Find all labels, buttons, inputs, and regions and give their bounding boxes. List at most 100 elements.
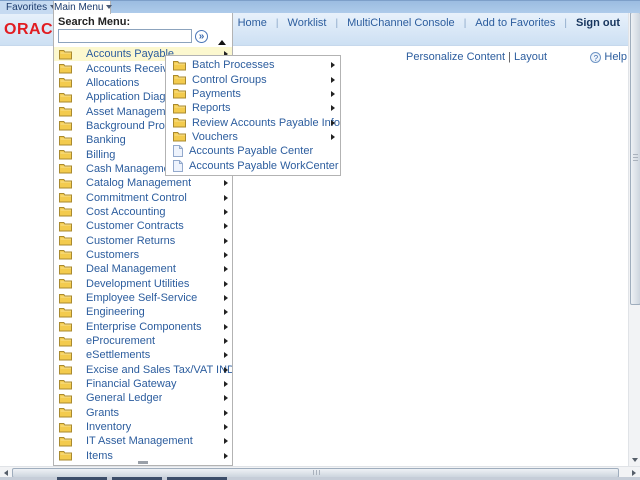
folder-icon — [59, 235, 72, 246]
personalize-content-link[interactable]: Personalize Content — [406, 51, 505, 63]
submenu-item[interactable]: Accounts Payable Center — [166, 144, 340, 158]
submenu-item-label: Reports — [192, 102, 231, 114]
menu-item-label: Development Utilities — [86, 278, 189, 290]
search-submit-button[interactable]: » — [195, 30, 208, 43]
submenu-arrow-icon — [224, 453, 228, 459]
folder-icon — [59, 192, 72, 203]
folder-icon — [173, 74, 186, 85]
folder-icon — [59, 149, 72, 160]
submenu-item-label: Batch Processes — [192, 59, 275, 71]
menu-item[interactable]: Enterprise Components — [54, 320, 232, 334]
nav-link[interactable]: Worklist — [288, 17, 327, 29]
submenu-item[interactable]: Batch Processes — [166, 58, 340, 72]
menu-item[interactable]: Catalog Management — [54, 176, 232, 190]
search-input[interactable] — [58, 29, 192, 43]
folder-icon — [59, 120, 72, 131]
scrollbar-grip — [313, 470, 321, 475]
vertical-scrollbar[interactable] — [628, 0, 640, 466]
menu-item[interactable]: Development Utilities — [54, 277, 232, 291]
submenu-arrow-icon — [224, 281, 228, 287]
menu-item[interactable]: Customer Returns — [54, 233, 232, 247]
submenu-arrow-icon — [224, 367, 228, 373]
submenu-arrow-icon — [224, 338, 228, 344]
submenu-arrow-icon — [224, 381, 228, 387]
help-label: Help — [604, 51, 627, 63]
submenu-item-label: Accounts Payable WorkCenter — [189, 160, 339, 172]
submenu-arrow-icon — [224, 410, 228, 416]
menu-item-label: Items — [86, 450, 113, 462]
nav-link[interactable]: Home — [238, 17, 267, 29]
menu-item-label: Inventory — [86, 421, 131, 433]
submenu-item-label: Vouchers — [192, 131, 238, 143]
submenu-arrow-icon — [224, 252, 228, 258]
menu-item[interactable]: Commitment Control — [54, 190, 232, 204]
folder-icon — [59, 106, 72, 117]
menu-item-label: General Ledger — [86, 392, 162, 404]
menu-item-label: Commitment Control — [86, 192, 187, 204]
submenu-item[interactable]: Payments — [166, 87, 340, 101]
submenu-item[interactable]: Control Groups — [166, 72, 340, 86]
menu-item[interactable]: Grants — [54, 406, 232, 420]
menu-item[interactable]: Excise and Sales Tax/VAT IND — [54, 363, 232, 377]
nav-link[interactable]: MultiChannel Console — [347, 17, 455, 29]
menu-item[interactable]: IT Asset Management — [54, 434, 232, 448]
submenu-item[interactable]: Review Accounts Payable Info — [166, 115, 340, 129]
submenu-arrow-icon — [224, 238, 228, 244]
sign-out-link[interactable]: Sign out — [576, 17, 620, 29]
folder-icon — [59, 92, 72, 103]
menu-item-label: Customers — [86, 249, 139, 261]
menu-item[interactable]: Customer Contracts — [54, 219, 232, 233]
menu-item[interactable]: Financial Gateway — [54, 377, 232, 391]
scroll-right-icon[interactable] — [630, 468, 638, 477]
menu-item[interactable]: Deal Management — [54, 262, 232, 276]
menu-item-label: Banking — [86, 134, 126, 146]
scroll-left-icon[interactable] — [2, 468, 10, 477]
menu-item-label: Financial Gateway — [86, 378, 177, 390]
menu-item[interactable]: Customers — [54, 248, 232, 262]
menu-item[interactable]: eProcurement — [54, 334, 232, 348]
folder-icon — [173, 60, 186, 71]
nav-separator: | — [555, 18, 576, 29]
nav-separator: | — [455, 18, 476, 29]
menu-item-label: Deal Management — [86, 263, 176, 275]
double-chevron-icon: » — [199, 31, 205, 42]
horizontal-scrollbar[interactable] — [0, 466, 640, 477]
folder-icon — [59, 63, 72, 74]
scroll-more-indicator — [138, 461, 148, 464]
submenu-item[interactable]: Accounts Payable WorkCenter — [166, 158, 340, 172]
submenu-arrow-icon — [224, 424, 228, 430]
tab-main-menu-label: Main Menu — [54, 2, 103, 13]
submenu-item-label: Payments — [192, 88, 241, 100]
page-icon — [173, 145, 183, 157]
submenu-item[interactable]: Vouchers — [166, 130, 340, 144]
chevron-down-icon — [106, 5, 112, 9]
nav-link[interactable]: Add to Favorites — [475, 17, 555, 29]
tab-main-menu[interactable]: Main Menu — [53, 1, 111, 14]
folder-icon — [59, 307, 72, 318]
search-area: Search Menu: » — [54, 13, 232, 43]
folder-icon — [59, 77, 72, 88]
menu-item[interactable]: Cost Accounting — [54, 205, 232, 219]
folder-icon — [59, 393, 72, 404]
menu-item[interactable]: General Ledger — [54, 391, 232, 405]
vertical-scrollbar-thumb[interactable] — [630, 12, 640, 305]
accounts-payable-submenu: Batch Processes Control Groups Payments … — [165, 55, 341, 176]
menu-item[interactable]: Employee Self-Service — [54, 291, 232, 305]
submenu-arrow-icon — [224, 309, 228, 315]
folder-icon — [59, 163, 72, 174]
menu-item[interactable]: Engineering — [54, 305, 232, 319]
menu-item-label: Accounts Payable — [86, 48, 174, 60]
submenu-arrow-icon — [224, 395, 228, 401]
submenu-arrow-icon — [331, 62, 335, 68]
menu-item[interactable]: eSettlements — [54, 348, 232, 362]
folder-icon — [59, 407, 72, 418]
submenu-item[interactable]: Reports — [166, 101, 340, 115]
help-link[interactable]: ?Help — [590, 51, 627, 63]
layout-link[interactable]: Layout — [514, 51, 547, 63]
page-tools: Personalize Content|Layout — [406, 51, 547, 63]
page-tools-separator: | — [505, 51, 514, 63]
submenu-arrow-icon — [331, 105, 335, 111]
menu-item[interactable]: Inventory — [54, 420, 232, 434]
scroll-down-icon[interactable] — [629, 456, 640, 464]
collapse-menu-icon[interactable] — [218, 40, 226, 45]
